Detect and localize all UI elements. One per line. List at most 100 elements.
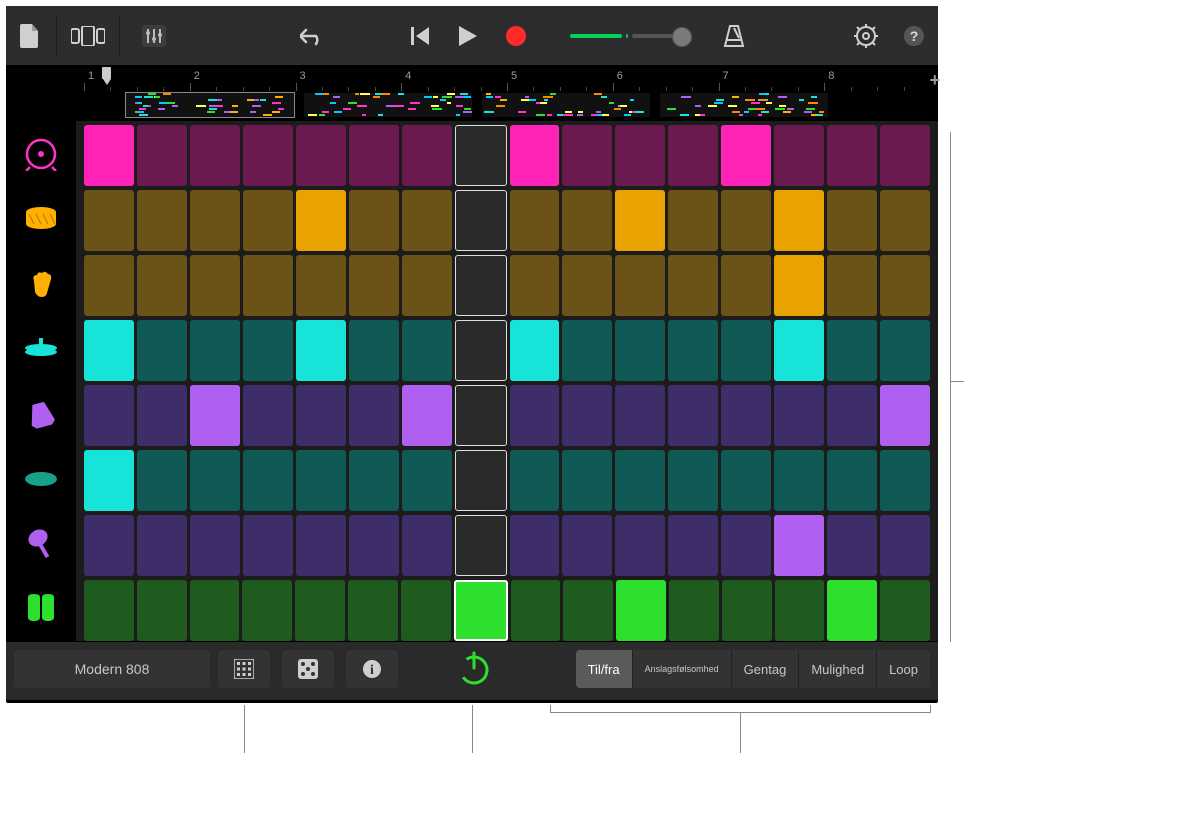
step-cell[interactable] [190,255,240,316]
step-cell[interactable] [243,190,293,251]
step-cell[interactable] [774,385,824,446]
step-cell[interactable] [615,320,665,381]
step-cell[interactable] [190,515,240,576]
step-cell[interactable] [243,450,293,511]
timeline-ruler[interactable]: 12345678 + [6,65,938,91]
step-cell[interactable] [455,125,507,186]
step-cell[interactable] [84,125,134,186]
step-cell[interactable] [721,255,771,316]
step-cell[interactable] [243,255,293,316]
record-icon[interactable] [492,6,540,65]
step-cell[interactable] [880,580,930,641]
step-cell[interactable] [296,190,346,251]
step-cell[interactable] [774,255,824,316]
step-cell[interactable] [721,190,771,251]
step-cell[interactable] [615,255,665,316]
step-cell[interactable] [137,515,187,576]
crash-icon[interactable] [6,446,76,511]
step-cell[interactable] [349,125,399,186]
step-cell[interactable] [349,190,399,251]
step-cell[interactable] [722,580,772,641]
step-cell[interactable] [402,515,452,576]
step-cell[interactable] [562,450,612,511]
step-cell[interactable] [510,515,560,576]
step-cell[interactable] [137,580,187,641]
step-cell[interactable] [563,580,613,641]
step-cell[interactable] [454,580,508,641]
step-cell[interactable] [827,450,877,511]
step-cell[interactable] [349,320,399,381]
step-cell[interactable] [401,580,451,641]
step-cell[interactable] [455,190,507,251]
step-cell[interactable] [296,255,346,316]
kick-icon[interactable] [6,121,76,186]
step-cell[interactable] [455,255,507,316]
step-cell[interactable] [721,125,771,186]
step-cell[interactable] [510,320,560,381]
step-cell[interactable] [190,125,240,186]
playhead[interactable] [102,67,111,79]
step-cell[interactable] [190,385,240,446]
step-cell[interactable] [615,450,665,511]
my-songs-icon[interactable] [6,6,54,65]
step-cell[interactable] [137,125,187,186]
step-cell[interactable] [721,515,771,576]
step-cell[interactable] [775,580,825,641]
congas-icon[interactable] [6,576,76,641]
step-cell[interactable] [190,450,240,511]
step-cell[interactable] [296,385,346,446]
browser-icon[interactable] [59,6,117,65]
step-cell[interactable] [190,580,240,641]
step-cell[interactable] [827,515,877,576]
step-cell[interactable] [669,580,719,641]
step-cell[interactable] [190,190,240,251]
info-button[interactable]: i [346,650,398,688]
volume-knob[interactable] [672,27,692,47]
step-cell[interactable] [510,125,560,186]
step-cell[interactable] [296,515,346,576]
cowbell-icon[interactable] [6,381,76,446]
step-cell[interactable] [84,515,134,576]
step-cell[interactable] [562,125,612,186]
step-cell[interactable] [668,385,718,446]
step-cell[interactable] [827,190,877,251]
step-cell[interactable] [880,320,930,381]
step-cell[interactable] [721,320,771,381]
undo-icon[interactable] [288,6,336,65]
step-cell[interactable] [668,320,718,381]
step-cell[interactable] [402,125,452,186]
step-cell[interactable] [402,190,452,251]
step-cell[interactable] [349,515,399,576]
mode-option[interactable]: Mulighed [799,650,877,688]
help-icon[interactable]: ? [890,6,938,65]
step-cell[interactable] [880,385,930,446]
mode-loop[interactable]: Loop [877,650,930,688]
step-cell[interactable] [827,255,877,316]
step-cell[interactable] [190,320,240,381]
step-cell[interactable] [84,580,134,641]
step-cell[interactable] [510,450,560,511]
master-volume[interactable] [570,34,682,38]
step-cell[interactable] [774,125,824,186]
step-cell[interactable] [402,320,452,381]
step-cell[interactable] [774,515,824,576]
arrangement-overview[interactable] [6,91,938,121]
mode-velocity[interactable]: Anslagsfølsomhed [633,650,732,688]
step-cell[interactable] [455,385,507,446]
snare-icon[interactable] [6,186,76,251]
overview-section[interactable] [660,93,828,117]
step-cell[interactable] [242,580,292,641]
step-cell[interactable] [774,450,824,511]
step-cell[interactable] [296,125,346,186]
step-cell[interactable] [721,450,771,511]
power-button[interactable] [454,648,494,688]
step-cell[interactable] [243,320,293,381]
step-cell[interactable] [880,190,930,251]
step-cell[interactable] [562,320,612,381]
step-cell[interactable] [402,450,452,511]
step-cell[interactable] [137,190,187,251]
step-cell[interactable] [562,190,612,251]
hihat-icon[interactable] [6,316,76,381]
step-cell[interactable] [615,125,665,186]
step-cell[interactable] [510,255,560,316]
